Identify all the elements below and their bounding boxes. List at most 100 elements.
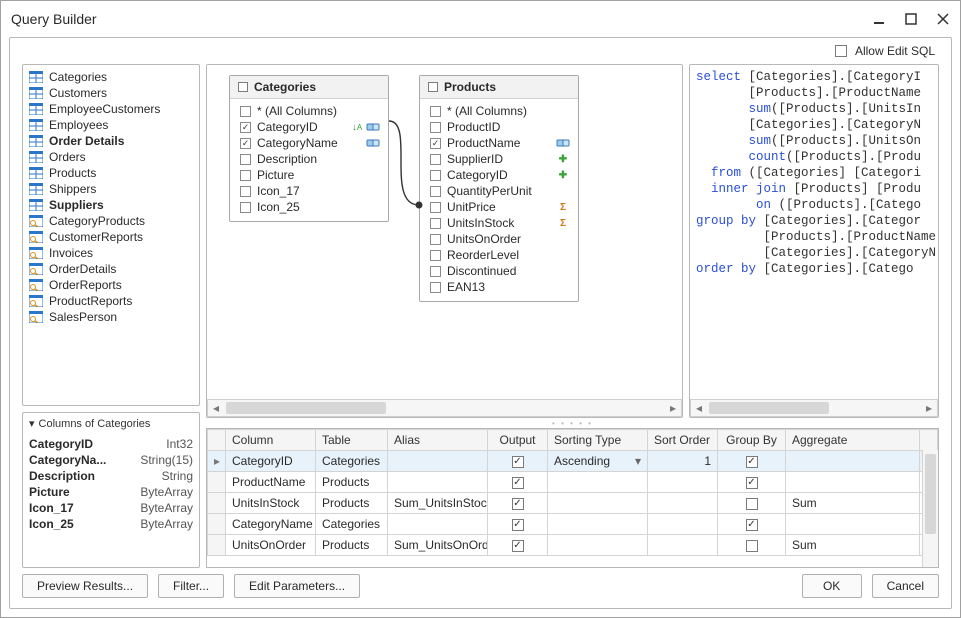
cell-sort-order[interactable]: 1 xyxy=(648,451,718,472)
grid-header[interactable]: Sorting Type xyxy=(548,430,648,451)
field-row[interactable]: Discontinued xyxy=(422,263,576,279)
field-checkbox[interactable] xyxy=(430,282,441,293)
vertical-splitter[interactable]: • • • • • xyxy=(206,418,939,428)
cell-table[interactable]: Products xyxy=(316,472,388,493)
cell-aggregate[interactable]: Sum xyxy=(786,493,920,514)
field-row[interactable]: UnitPriceΣ xyxy=(422,199,576,215)
diagram-table-categories[interactable]: Categories* (All Columns)CategoryID↓ACat… xyxy=(229,75,389,222)
preview-results-button[interactable]: Preview Results... xyxy=(22,574,148,598)
grid-row[interactable]: ▸CategoryIDCategoriesAscending▾1 xyxy=(208,451,938,472)
cell-alias[interactable] xyxy=(388,451,488,472)
design-area-h-scrollbar[interactable]: ◂ ▸ xyxy=(207,399,682,417)
close-button[interactable] xyxy=(936,12,950,26)
cell-output[interactable] xyxy=(488,493,548,514)
cell-group-by[interactable] xyxy=(718,535,786,556)
cell-sort-order[interactable] xyxy=(648,493,718,514)
cell-sorting-type[interactable] xyxy=(548,514,648,535)
cell-sort-order[interactable] xyxy=(648,472,718,493)
grid-v-scrollbar[interactable] xyxy=(922,450,938,567)
cell-table[interactable]: Products xyxy=(316,535,388,556)
field-checkbox[interactable] xyxy=(430,250,441,261)
diagram-table-header[interactable]: Categories xyxy=(230,76,388,99)
cell-aggregate[interactable] xyxy=(786,451,920,472)
tree-item-invoices[interactable]: Invoices xyxy=(25,245,197,261)
diagram[interactable]: Categories* (All Columns)CategoryID↓ACat… xyxy=(207,65,682,417)
checkbox[interactable] xyxy=(512,498,524,510)
scroll-thumb[interactable] xyxy=(925,454,936,534)
field-row[interactable]: Picture xyxy=(232,167,386,183)
scroll-right-icon[interactable]: ▸ xyxy=(921,400,937,416)
grid-header[interactable]: Table xyxy=(316,430,388,451)
sql-text[interactable]: ▸select [Categories].[CategoryI [Product… xyxy=(690,65,938,281)
cell-alias[interactable]: Sum_UnitsOnOrder xyxy=(388,535,488,556)
field-row[interactable]: * (All Columns) xyxy=(422,103,576,119)
filter-button[interactable]: Filter... xyxy=(158,574,224,598)
scroll-left-icon[interactable]: ◂ xyxy=(208,400,224,416)
checkbox[interactable] xyxy=(746,456,758,468)
tree-item-employeecustomers[interactable]: EmployeeCustomers xyxy=(25,101,197,117)
cell-alias[interactable] xyxy=(388,514,488,535)
edit-parameters-button[interactable]: Edit Parameters... xyxy=(234,574,360,598)
grid-header[interactable]: Column xyxy=(226,430,316,451)
select-all-checkbox[interactable] xyxy=(238,82,248,92)
field-row[interactable]: UnitsInStockΣ xyxy=(422,215,576,231)
tree-item-products[interactable]: Products xyxy=(25,165,197,181)
grid-row[interactable]: UnitsOnOrderProductsSum_UnitsOnOrderSum xyxy=(208,535,938,556)
cell-output[interactable] xyxy=(488,535,548,556)
field-checkbox[interactable] xyxy=(430,122,441,133)
checkbox[interactable] xyxy=(746,519,758,531)
tree-item-categoryproducts[interactable]: CategoryProducts xyxy=(25,213,197,229)
tree-item-shippers[interactable]: Shippers xyxy=(25,181,197,197)
columns-info-header[interactable]: ▾ Columns of Categories xyxy=(23,413,199,434)
field-checkbox[interactable] xyxy=(240,154,251,165)
cell-column[interactable]: ProductName xyxy=(226,472,316,493)
tree-item-orderreports[interactable]: OrderReports xyxy=(25,277,197,293)
field-row[interactable]: ReorderLevel xyxy=(422,247,576,263)
maximize-button[interactable] xyxy=(904,12,918,26)
cell-sorting-type[interactable] xyxy=(548,493,648,514)
diagram-table-products[interactable]: Products* (All Columns)ProductIDProductN… xyxy=(419,75,579,302)
selection-grid[interactable]: ColumnTableAliasOutputSorting TypeSort O… xyxy=(206,428,939,568)
cell-sorting-type[interactable] xyxy=(548,472,648,493)
cancel-button[interactable]: Cancel xyxy=(872,574,939,598)
checkbox[interactable] xyxy=(512,456,524,468)
field-checkbox[interactable] xyxy=(240,106,251,117)
field-row[interactable]: Description xyxy=(232,151,386,167)
checkbox[interactable] xyxy=(746,477,758,489)
tree-item-suppliers[interactable]: Suppliers xyxy=(25,197,197,213)
field-checkbox[interactable] xyxy=(430,266,441,277)
cell-output[interactable] xyxy=(488,451,548,472)
tree-item-order-details[interactable]: Order Details xyxy=(25,133,197,149)
cell-output[interactable] xyxy=(488,472,548,493)
cell-group-by[interactable] xyxy=(718,514,786,535)
checkbox[interactable] xyxy=(512,540,524,552)
grid-row[interactable]: UnitsInStockProductsSum_UnitsInStockSum xyxy=(208,493,938,514)
field-checkbox[interactable] xyxy=(430,154,441,165)
cell-column[interactable]: UnitsOnOrder xyxy=(226,535,316,556)
tree-item-salesperson[interactable]: SalesPerson xyxy=(25,309,197,325)
scroll-thumb[interactable] xyxy=(226,402,386,414)
field-checkbox[interactable] xyxy=(240,138,251,149)
field-checkbox[interactable] xyxy=(240,170,251,181)
field-row[interactable]: EAN13 xyxy=(422,279,576,295)
field-row[interactable]: * (All Columns) xyxy=(232,103,386,119)
field-checkbox[interactable] xyxy=(240,186,251,197)
field-row[interactable]: ProductID xyxy=(422,119,576,135)
checkbox[interactable] xyxy=(746,540,758,552)
tree-item-orders[interactable]: Orders xyxy=(25,149,197,165)
scroll-right-icon[interactable]: ▸ xyxy=(665,400,681,416)
grid-row[interactable]: CategoryNameCategories xyxy=(208,514,938,535)
design-surface[interactable]: Categories* (All Columns)CategoryID↓ACat… xyxy=(206,64,683,418)
diagram-table-header[interactable]: Products xyxy=(420,76,578,99)
cell-column[interactable]: CategoryID xyxy=(226,451,316,472)
cell-table[interactable]: Categories xyxy=(316,451,388,472)
cell-group-by[interactable] xyxy=(718,493,786,514)
scroll-thumb[interactable] xyxy=(709,402,829,414)
grid-header[interactable]: Aggregate xyxy=(786,430,920,451)
sql-h-scrollbar[interactable]: ◂ ▸ xyxy=(690,399,938,417)
cell-column[interactable]: CategoryName xyxy=(226,514,316,535)
tree-item-customers[interactable]: Customers xyxy=(25,85,197,101)
field-row[interactable]: Icon_17 xyxy=(232,183,386,199)
cell-sort-order[interactable] xyxy=(648,514,718,535)
grid-header[interactable]: Alias xyxy=(388,430,488,451)
